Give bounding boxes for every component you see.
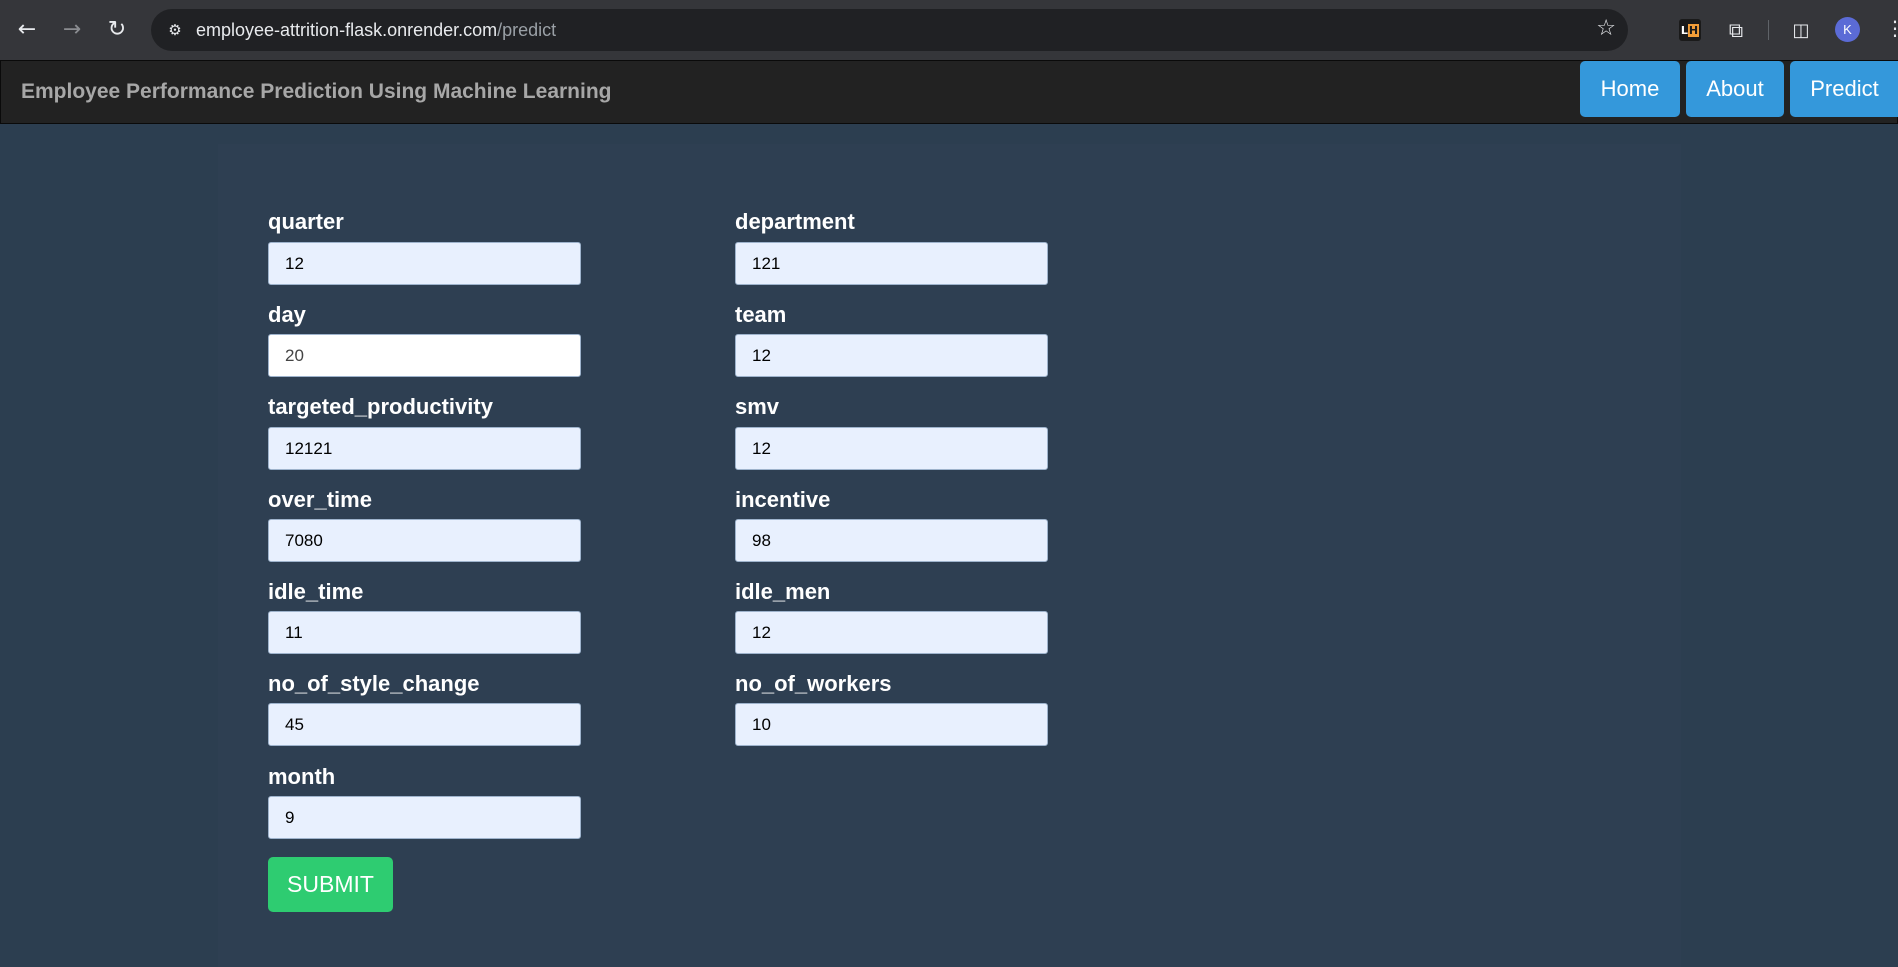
url-path: /predict	[497, 20, 557, 40]
label-department: department	[735, 209, 855, 234]
department-input[interactable]	[735, 242, 1048, 285]
label-idle-men: idle_men	[735, 579, 831, 604]
url-host: employee-attrition-flask.onrender.com	[196, 20, 498, 40]
label-team: team	[735, 302, 787, 327]
no-of-style-change-input[interactable]	[268, 703, 581, 746]
label-idle-time: idle_time	[268, 579, 364, 604]
label-no-of-workers: no_of_workers	[735, 671, 892, 696]
label-day: day	[268, 302, 306, 327]
smv-input[interactable]	[735, 427, 1048, 470]
label-quarter: quarter	[268, 209, 344, 234]
toolbar-divider	[1768, 20, 1769, 40]
nav-about-button[interactable]: About	[1686, 61, 1784, 117]
incentive-input[interactable]	[735, 519, 1048, 562]
idle-men-input[interactable]	[735, 611, 1048, 654]
month-input[interactable]	[268, 796, 581, 839]
label-no-of-style-change: no_of_style_change	[268, 671, 480, 696]
label-smv: smv	[735, 394, 780, 419]
nav-predict-button[interactable]: Predict	[1790, 61, 1898, 117]
day-input[interactable]	[268, 334, 581, 377]
lh-letter-l: L	[1680, 23, 1688, 37]
label-targeted-productivity: targeted_productivity	[268, 394, 493, 419]
browser-toolbar: ← → ↻ ⚙ employee-attrition-flask.onrende…	[0, 0, 1898, 60]
back-icon[interactable]: ←	[10, 12, 44, 46]
browser-menu-icon[interactable]: ⋮	[1885, 16, 1898, 40]
reload-icon[interactable]: ↻	[100, 12, 134, 46]
profile-avatar[interactable]: K	[1835, 17, 1860, 42]
bookmark-star-icon[interactable]: ☆	[1596, 16, 1616, 41]
url-text[interactable]: employee-attrition-flask.onrender.com/pr…	[196, 20, 556, 41]
quarter-input[interactable]	[268, 242, 581, 285]
no-of-workers-input[interactable]	[735, 703, 1048, 746]
lighthouse-extension-icon[interactable]: LH	[1679, 19, 1701, 41]
label-month: month	[268, 764, 336, 789]
nav-home-button[interactable]: Home	[1580, 61, 1680, 117]
app-title: Employee Performance Prediction Using Ma…	[21, 80, 612, 103]
team-input[interactable]	[735, 334, 1048, 377]
label-over-time: over_time	[268, 487, 372, 512]
site-info-icon[interactable]: ⚙	[163, 18, 187, 42]
over-time-input[interactable]	[268, 519, 581, 562]
targeted-productivity-input[interactable]	[268, 427, 581, 470]
label-incentive: incentive	[735, 487, 831, 512]
idle-time-input[interactable]	[268, 611, 581, 654]
address-bar[interactable]: ⚙ employee-attrition-flask.onrender.com/…	[151, 9, 1628, 51]
lh-letter-h: H	[1687, 23, 1700, 37]
app-navbar: Employee Performance Prediction Using Ma…	[0, 60, 1898, 124]
forward-icon[interactable]: →	[55, 12, 89, 46]
submit-button[interactable]: SUBMIT	[268, 857, 393, 912]
side-panel-icon[interactable]: ◫	[1787, 16, 1815, 44]
extensions-puzzle-icon[interactable]: ⧉	[1722, 16, 1750, 44]
